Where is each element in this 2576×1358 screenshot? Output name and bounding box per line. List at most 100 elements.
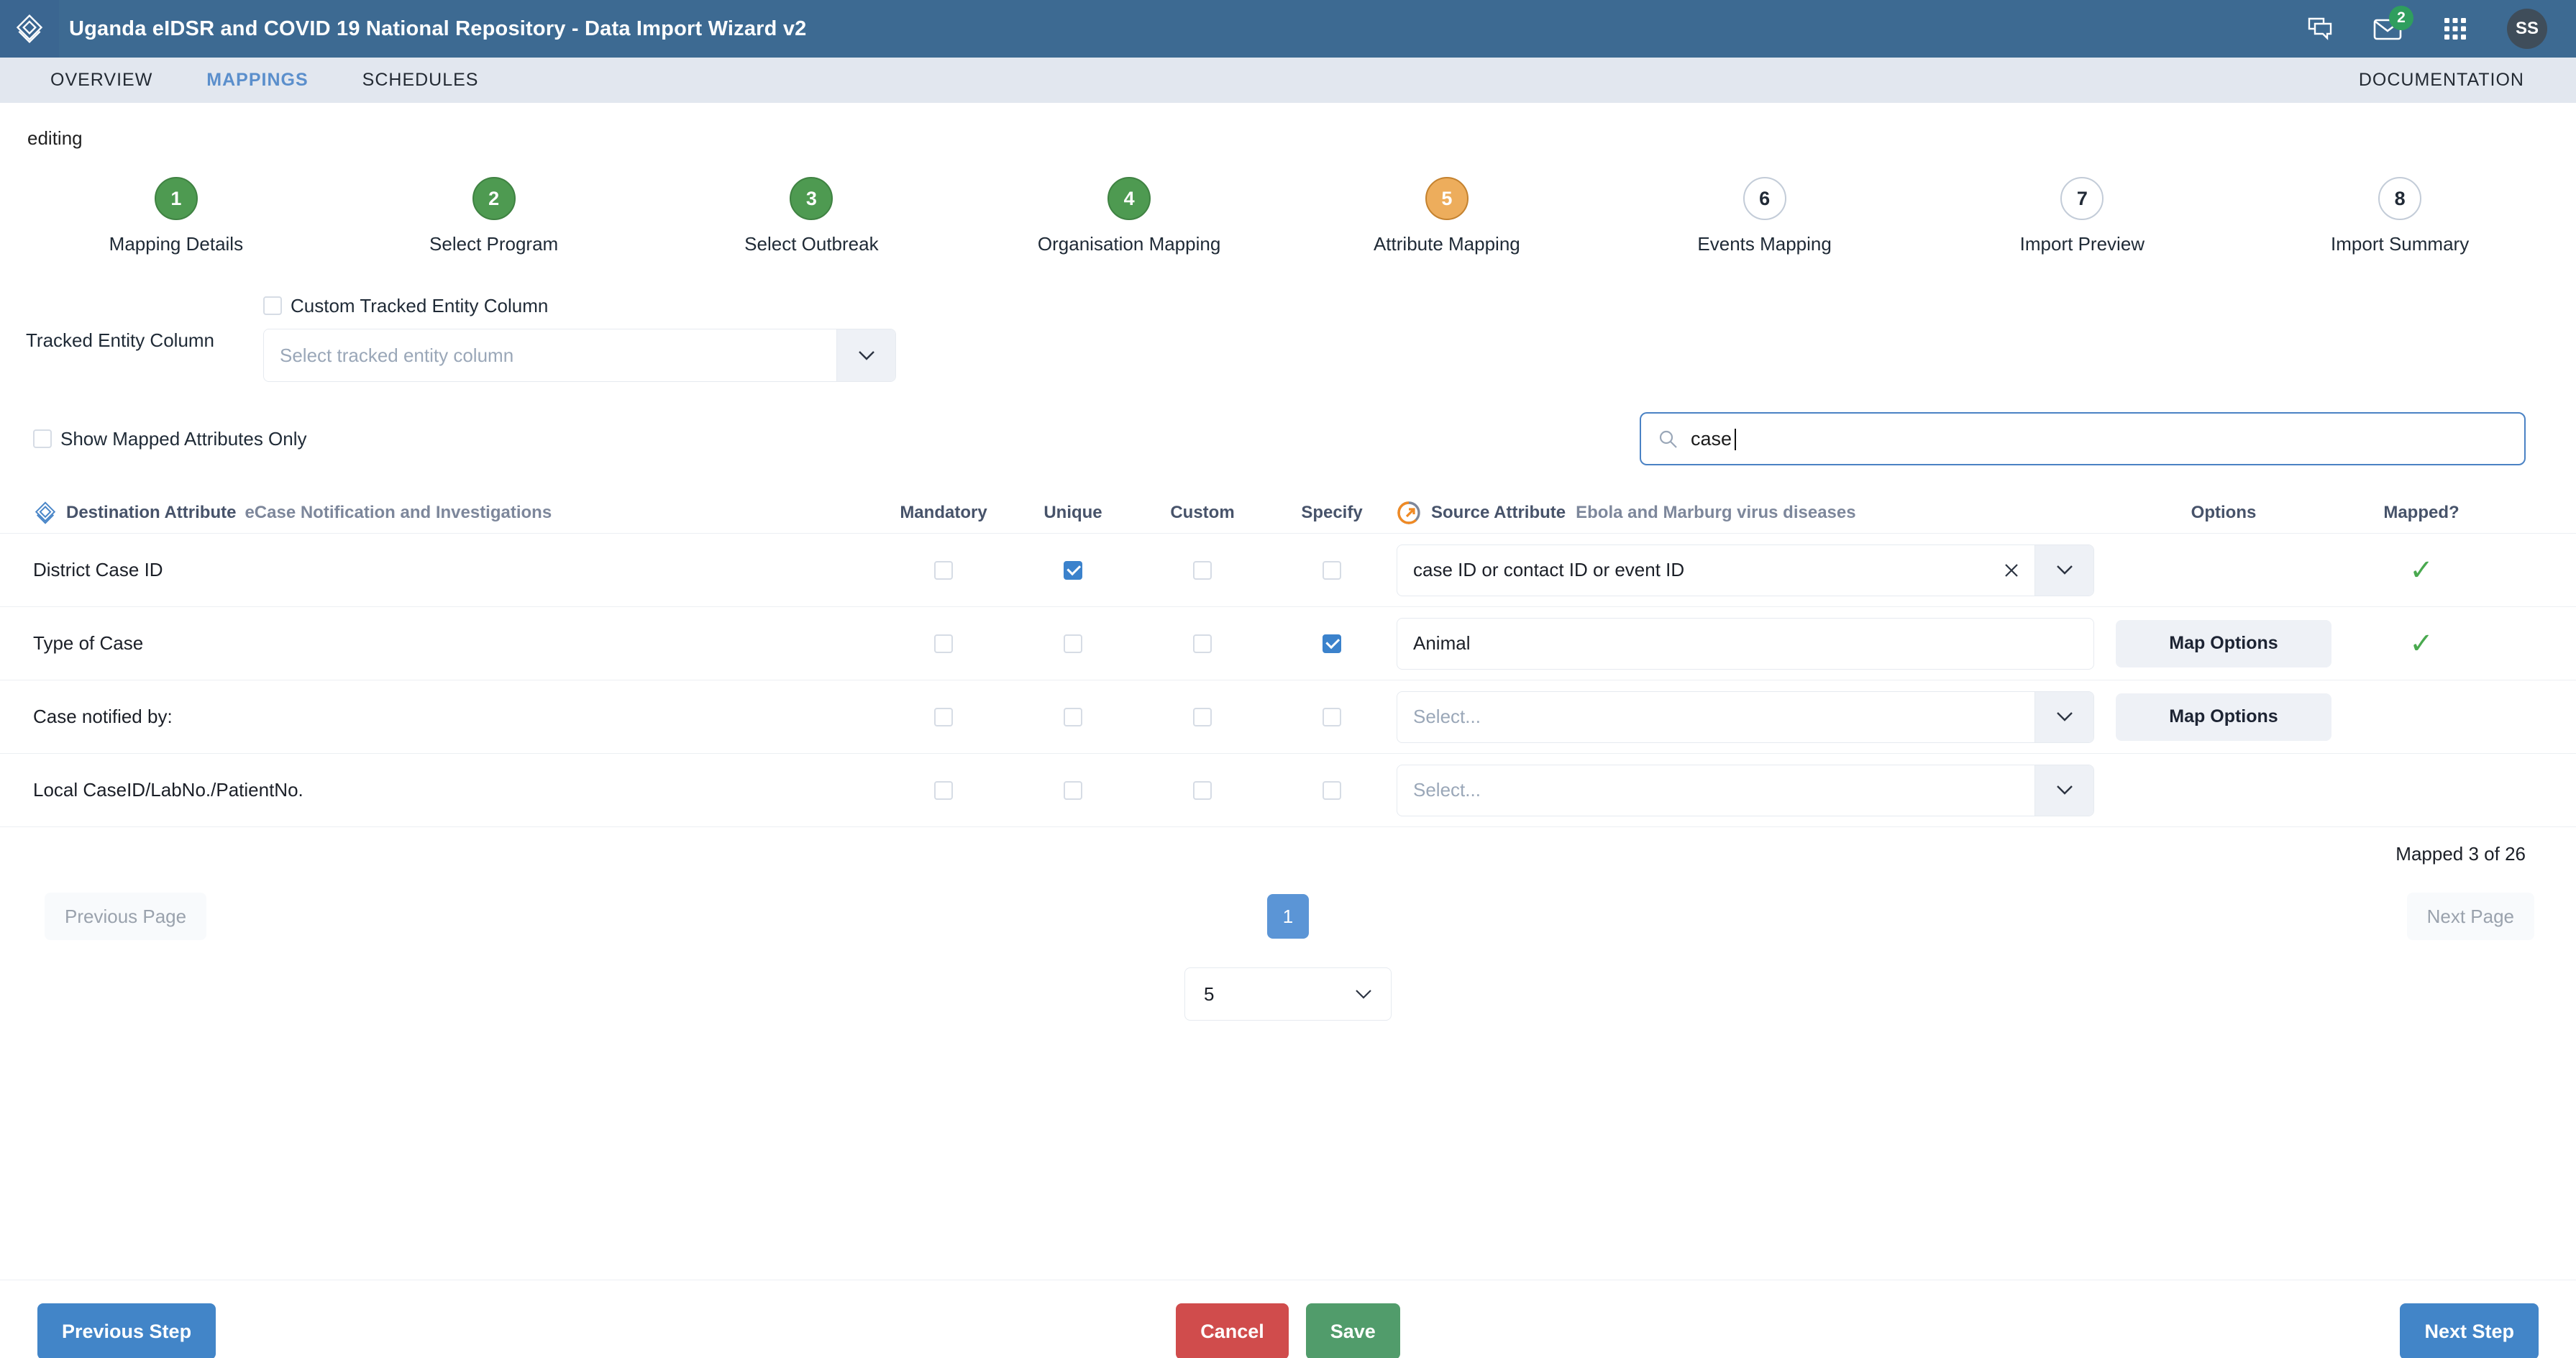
wizard-step-5[interactable]: 5 Attribute Mapping <box>1288 177 1606 255</box>
app-header: Uganda eIDSR and COVID 19 National Repos… <box>0 0 2576 58</box>
avatar[interactable]: SS <box>2507 9 2547 49</box>
row-specify-checkbox[interactable] <box>1323 707 1341 726</box>
row-mandatory-checkbox[interactable] <box>934 634 953 653</box>
row-mandatory-checkbox[interactable] <box>934 560 953 580</box>
editing-status: editing <box>27 127 83 149</box>
custom-tracked-entity-row: Custom Tracked Entity Column <box>263 291 896 320</box>
step-label-5: Attribute Mapping <box>1373 233 1520 255</box>
row-specify-checkbox[interactable] <box>1323 560 1341 580</box>
custom-tracked-entity-label: Custom Tracked Entity Column <box>291 294 549 316</box>
chevron-down-icon[interactable] <box>2034 544 2093 596</box>
row-custom-checkbox[interactable] <box>1193 634 1212 653</box>
cancel-button[interactable]: Cancel <box>1176 1303 1289 1358</box>
step-circle-6[interactable]: 6 <box>1743 177 1786 220</box>
source-attribute-title: Source Attribute <box>1431 503 1566 522</box>
tab-schedules[interactable]: SCHEDULES <box>362 70 479 91</box>
wizard-step-8[interactable]: 8 Import Summary <box>2241 177 2559 255</box>
row-unique-checkbox[interactable] <box>1064 780 1082 800</box>
show-mapped-attributes-label: Show Mapped Attributes Only <box>60 427 307 450</box>
page-size-value: 5 <box>1204 983 1215 1005</box>
page-number-1[interactable]: 1 <box>1267 894 1309 939</box>
pagination: Previous Page 1 Next Page <box>0 893 2576 940</box>
step-label-6: Events Mapping <box>1697 233 1832 255</box>
step-circle-4[interactable]: 4 <box>1107 177 1151 220</box>
row-source-attribute-value[interactable]: Select... <box>1397 765 2034 816</box>
table-row: District Case ID case ID or contact ID o… <box>0 533 2576 606</box>
tab-overview[interactable]: OVERVIEW <box>50 70 152 91</box>
row-specify-checkbox[interactable] <box>1323 634 1341 653</box>
layers-diamond-icon <box>16 14 43 44</box>
envelope-icon[interactable]: 2 <box>2372 6 2413 45</box>
wizard-footer: Previous Step Cancel Save Next Step <box>0 1280 2576 1358</box>
mail-badge: 2 <box>2389 6 2413 30</box>
chat-bubbles-icon[interactable] <box>2304 13 2336 45</box>
previous-page-button[interactable]: Previous Page <box>45 893 207 940</box>
options-header: Options <box>2191 503 2257 522</box>
wizard-stepper: 1 Mapping Details 2 Select Program 3 Sel… <box>0 177 2576 255</box>
wizard-step-6[interactable]: 6 Events Mapping <box>1606 177 1924 255</box>
row-unique-checkbox[interactable] <box>1064 707 1082 726</box>
step-circle-2[interactable]: 2 <box>472 177 516 220</box>
app-logo[interactable] <box>0 0 59 58</box>
map-options-button[interactable]: Map Options <box>2116 619 2331 667</box>
next-page-button[interactable]: Next Page <box>2406 893 2534 940</box>
tracked-entity-column-section: Tracked Entity Column Custom Tracked Ent… <box>0 291 2576 382</box>
tracked-entity-select[interactable]: Select tracked entity column <box>263 329 896 382</box>
row-mandatory-checkbox[interactable] <box>934 707 953 726</box>
chevron-down-icon[interactable] <box>2034 765 2093 816</box>
step-label-2: Select Program <box>429 233 559 255</box>
row-source-attribute-value[interactable]: case ID or contact ID or event ID <box>1397 545 1988 596</box>
step-label-8: Import Summary <box>2331 233 2470 255</box>
wizard-step-4[interactable]: 4 Organisation Mapping <box>970 177 1288 255</box>
search-input[interactable]: case <box>1640 412 2526 465</box>
show-mapped-attributes-row: Show Mapped Attributes Only <box>33 424 307 453</box>
row-source-attribute-select[interactable]: case ID or contact ID or event ID <box>1397 544 2094 596</box>
row-custom-checkbox[interactable] <box>1193 707 1212 726</box>
wizard-step-3[interactable]: 3 Select Outbreak <box>653 177 971 255</box>
search-icon <box>1659 430 1677 448</box>
page-title: Uganda eIDSR and COVID 19 National Repos… <box>69 17 807 40</box>
map-options-button[interactable]: Map Options <box>2116 693 2331 741</box>
step-label-3: Select Outbreak <box>744 233 879 255</box>
apps-grid-icon[interactable] <box>2439 13 2471 45</box>
custom-header: Custom <box>1170 503 1235 522</box>
search-input-value[interactable]: case <box>1691 428 1737 450</box>
destination-attribute-title: Destination Attribute <box>66 503 237 522</box>
row-custom-checkbox[interactable] <box>1193 780 1212 800</box>
save-button[interactable]: Save <box>1305 1303 1400 1358</box>
tab-mappings[interactable]: MAPPINGS <box>206 70 308 91</box>
documentation-link[interactable]: DOCUMENTATION <box>2359 70 2576 91</box>
chevron-down-icon[interactable] <box>2034 691 2093 742</box>
previous-step-button[interactable]: Previous Step <box>37 1303 216 1358</box>
step-circle-3[interactable]: 3 <box>790 177 833 220</box>
row-unique-checkbox[interactable] <box>1064 560 1082 580</box>
row-source-attribute-input[interactable]: Animal <box>1397 617 2094 670</box>
row-specify-checkbox[interactable] <box>1323 780 1341 800</box>
godata-logo-icon <box>1397 501 1420 524</box>
mapped-header: Mapped? <box>2383 503 2459 522</box>
row-source-attribute-select[interactable]: Select... <box>1397 691 2094 743</box>
step-circle-7[interactable]: 7 <box>2060 177 2104 220</box>
close-icon[interactable] <box>1988 545 2034 596</box>
wizard-step-7[interactable]: 7 Import Preview <box>1924 177 2242 255</box>
show-mapped-attributes-checkbox[interactable] <box>33 429 52 448</box>
step-label-7: Import Preview <box>2019 233 2145 255</box>
custom-tracked-entity-checkbox[interactable] <box>263 296 282 315</box>
chevron-down-icon[interactable] <box>836 329 895 381</box>
wizard-step-1[interactable]: 1 Mapping Details <box>17 177 335 255</box>
main-navigation: OVERVIEW MAPPINGS SCHEDULES DOCUMENTATIO… <box>0 58 2576 103</box>
step-circle-5[interactable]: 5 <box>1425 177 1469 220</box>
mapped-check-icon: ✓ <box>2409 627 2434 660</box>
row-source-attribute-value[interactable]: Select... <box>1397 692 2034 742</box>
row-custom-checkbox[interactable] <box>1193 560 1212 580</box>
step-circle-8[interactable]: 8 <box>2378 177 2422 220</box>
step-circle-1[interactable]: 1 <box>154 177 198 220</box>
row-unique-checkbox[interactable] <box>1064 634 1082 653</box>
wizard-step-2[interactable]: 2 Select Program <box>335 177 653 255</box>
page-size-select[interactable]: 5 <box>1184 967 1392 1021</box>
tracked-entity-label: Tracked Entity Column <box>26 329 215 351</box>
tracked-entity-select-value[interactable]: Select tracked entity column <box>264 329 836 381</box>
row-mandatory-checkbox[interactable] <box>934 780 953 800</box>
row-source-attribute-select[interactable]: Select... <box>1397 764 2094 816</box>
next-step-button[interactable]: Next Step <box>2400 1303 2539 1358</box>
